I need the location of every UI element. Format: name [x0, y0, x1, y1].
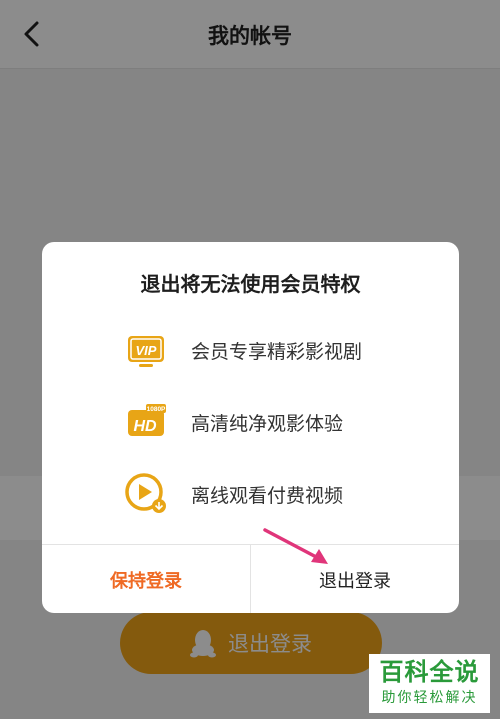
- vip-icon: VIP: [128, 336, 164, 367]
- watermark-subtitle: 助你轻松解决: [381, 690, 478, 706]
- watermark-title: 百科全说: [379, 658, 480, 686]
- perk-item-offline: 离线观看付费视频: [124, 472, 343, 516]
- perk-label-hd: 高清纯净观影体验: [191, 412, 344, 435]
- perk-item-hd: 1080P HD 高清纯净观影体验: [124, 400, 343, 444]
- watermark-logo: 百科全说 助你轻松解决: [369, 654, 490, 713]
- hd-badge-text: HD: [133, 418, 157, 435]
- dialog-button-bar: 保持登录 退出登录: [42, 544, 459, 613]
- hd-1080p-icon: 1080P HD: [128, 404, 166, 436]
- perk-label-vip: 会员专享精彩影视剧: [191, 340, 363, 363]
- perk-item-vip: VIP 会员专享精彩影视剧: [124, 328, 362, 372]
- vip-badge-text: VIP: [136, 343, 157, 358]
- annotation-arrow-icon: [263, 528, 328, 564]
- keep-logged-in-button[interactable]: 保持登录: [42, 545, 251, 613]
- perk-label-offline: 离线观看付费视频: [191, 484, 344, 507]
- logout-confirm-dialog: 退出将无法使用会员特权 VIP 会员专享精彩影视剧 1080P HD 高清纯净观…: [42, 242, 459, 613]
- hd-small-badge-text: 1080P: [147, 406, 166, 413]
- offline-play-icon: [125, 473, 166, 513]
- dialog-title: 退出将无法使用会员特权: [140, 272, 361, 296]
